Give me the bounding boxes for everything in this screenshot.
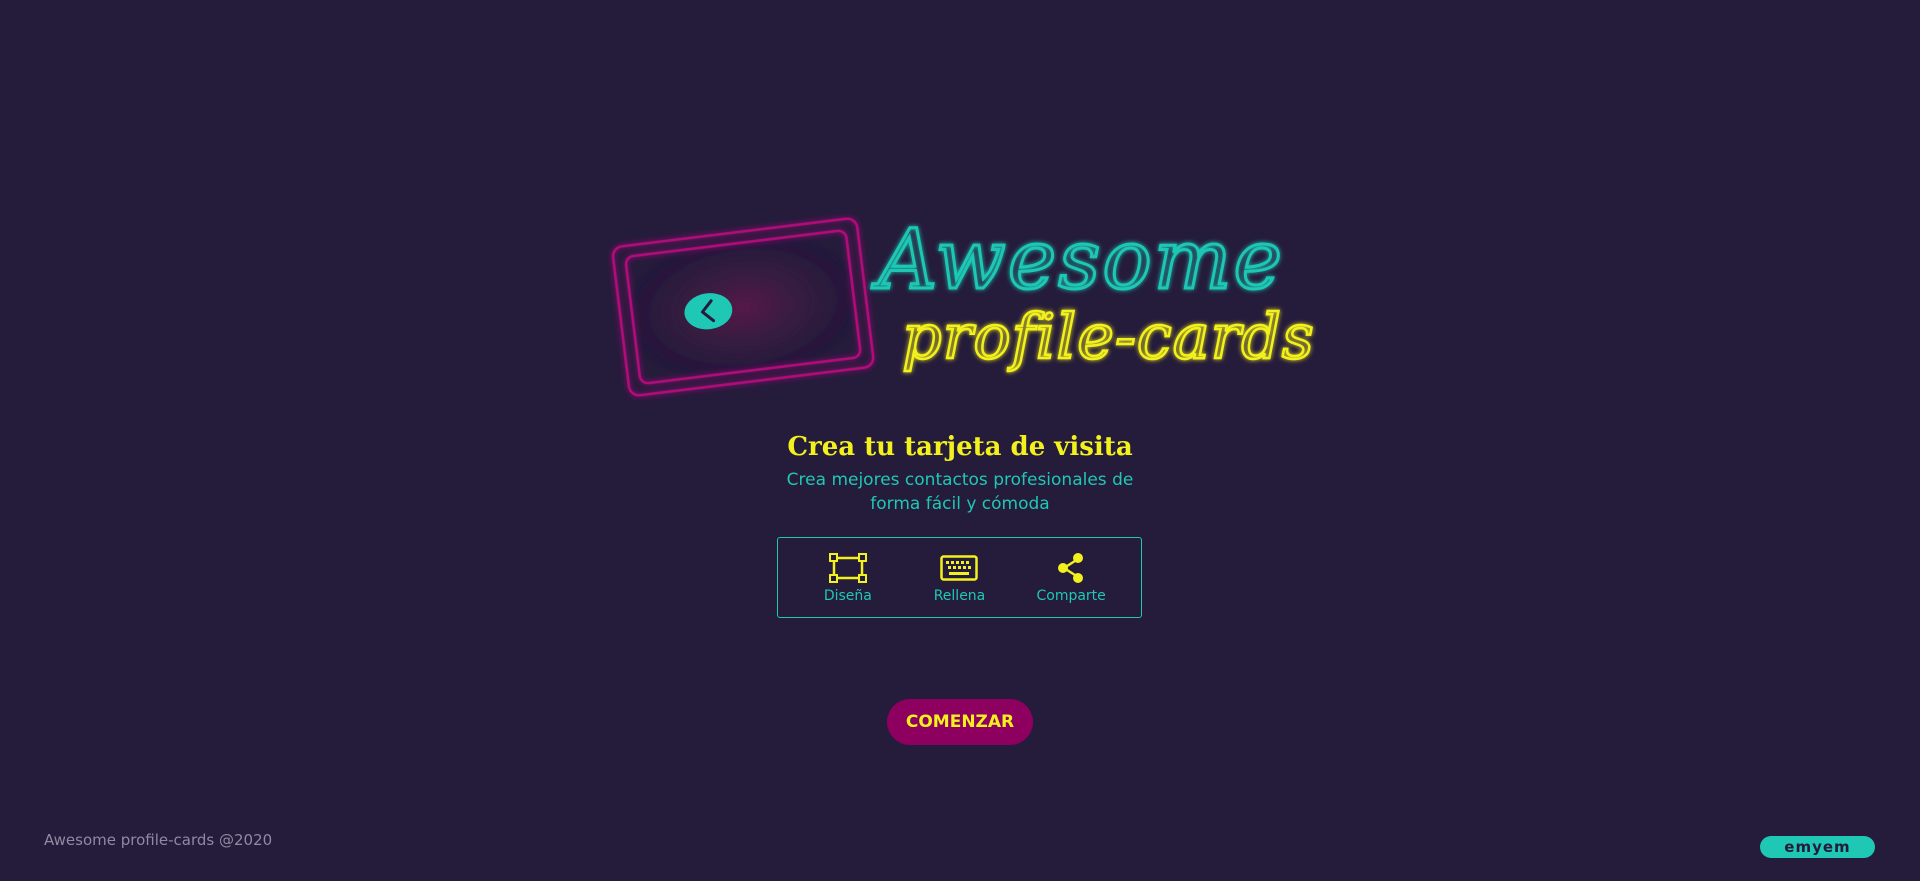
hero: Crea tu tarjeta de visita Crea mejores c… bbox=[0, 432, 1920, 516]
step-share: Comparte bbox=[1021, 552, 1121, 604]
keyboard-icon bbox=[939, 552, 979, 584]
logo-graphic: Awesome profile-cards bbox=[611, 212, 1315, 397]
logo-title-awesome: Awesome bbox=[871, 213, 1284, 308]
footer-brand-logo[interactable]: emyem bbox=[1760, 836, 1875, 858]
step-label-design: Diseña bbox=[823, 587, 872, 604]
footer-copyright: Awesome profile-cards @2020 bbox=[44, 831, 273, 849]
landing-page: Awesome profile-cards Crea tu tarjeta de… bbox=[0, 0, 1920, 881]
start-button[interactable]: COMENZAR bbox=[887, 699, 1033, 745]
hero-subtitle: Crea mejores contactos profesionales de … bbox=[786, 470, 1134, 514]
step-design: Diseña bbox=[798, 552, 898, 604]
hero-title: Crea tu tarjeta de visita bbox=[787, 432, 1133, 462]
neon-card-icon bbox=[611, 217, 875, 397]
step-label-fill: Rellena bbox=[933, 587, 986, 604]
design-icon bbox=[828, 552, 868, 584]
step-label-share: Comparte bbox=[1036, 587, 1106, 604]
steps-box: Diseña Rellena Comparte bbox=[777, 537, 1142, 618]
step-fill: Rellena bbox=[909, 552, 1009, 604]
share-icon bbox=[1051, 552, 1091, 584]
logo: Awesome profile-cards bbox=[610, 210, 1315, 410]
logo-title-profile-cards: profile-cards bbox=[902, 300, 1315, 373]
